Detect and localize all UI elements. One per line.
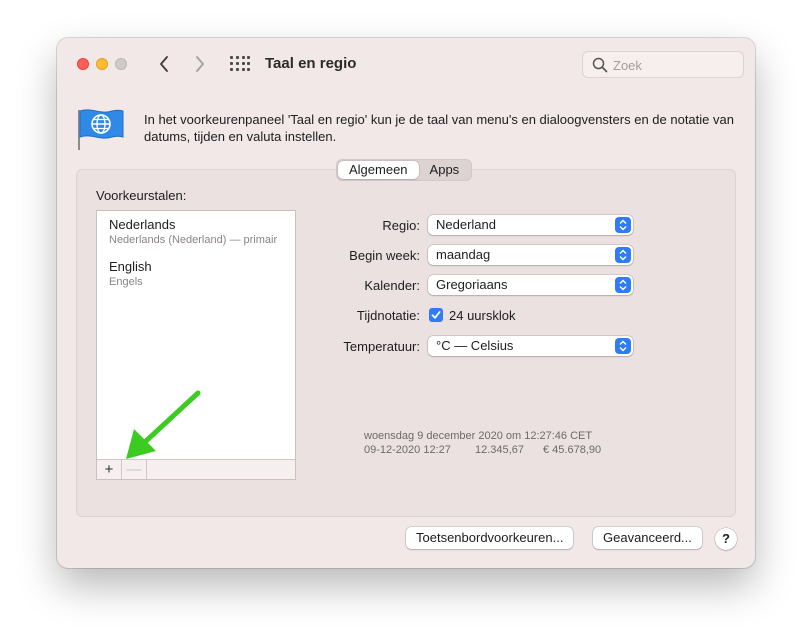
search-field[interactable] (582, 51, 744, 78)
tab-apps[interactable]: Apps (419, 161, 471, 179)
keyboard-preferences-button[interactable]: Toetsenbordvoorkeuren... (406, 527, 574, 549)
zoom-button[interactable] (115, 58, 127, 70)
window-title: Taal en regio (265, 55, 357, 72)
calendar-popup[interactable]: Gregoriaans (428, 275, 633, 295)
language-name: Nederlands (109, 217, 176, 232)
tab-bar: Algemeen Apps (336, 159, 473, 181)
titlebar: Taal en regio (57, 38, 755, 90)
search-icon (592, 57, 608, 73)
annotation-arrow-icon (126, 390, 201, 459)
week-start-value: maandag (436, 247, 491, 262)
popup-arrows-icon (615, 217, 631, 233)
region-popup[interactable]: Nederland (428, 215, 633, 235)
chevron-left-icon (160, 56, 168, 72)
preferences-window: Taal en regio In het voorkeurenpaneel 'T… (57, 38, 755, 568)
popup-arrows-icon (615, 338, 631, 354)
grid-icon[interactable] (230, 56, 250, 72)
popup-arrows-icon (615, 247, 631, 263)
sample-currency: € 45.678,90 (543, 444, 602, 456)
time-format-label: Tijdnotatie: (356, 308, 420, 323)
popup-arrows-icon (615, 277, 631, 293)
region-value: Nederland (436, 217, 496, 232)
sample-short-date: 09-12-2020 12:27 (364, 444, 451, 456)
advanced-button[interactable]: Geavanceerd... (593, 527, 702, 549)
preferred-languages-heading: Voorkeurstalen: (96, 188, 187, 203)
forward-button[interactable] (189, 52, 211, 76)
list-item[interactable]: Nederlands Nederlands (Nederland) — prim… (97, 211, 295, 248)
24-hour-checkbox[interactable] (429, 308, 443, 322)
close-button[interactable] (77, 58, 89, 70)
24-hour-label[interactable]: 24 uursklok (449, 308, 515, 323)
sample-long-date: woensdag 9 december 2020 om 12:27:46 CET (364, 430, 593, 442)
help-button[interactable]: ? (715, 528, 737, 550)
add-language-button[interactable]: + (97, 460, 122, 479)
calendar-label: Kalender: (364, 278, 420, 293)
checkmark-icon (431, 311, 441, 319)
temperature-value: °C — Celsius (436, 338, 514, 353)
calendar-value: Gregoriaans (436, 277, 508, 292)
temperature-popup[interactable]: °C — Celsius (428, 336, 633, 356)
region-label: Regio: (382, 218, 420, 233)
list-item[interactable]: English Engels (97, 248, 295, 290)
chevron-right-icon (196, 56, 204, 72)
temperature-label: Temperatuur: (343, 339, 420, 354)
search-input[interactable] (613, 56, 738, 74)
language-subtitle: Engels (109, 276, 143, 288)
sample-number: 12.345,67 (475, 444, 524, 456)
tab-algemeen[interactable]: Algemeen (338, 161, 419, 179)
week-start-label: Begin week: (349, 248, 420, 263)
language-name: English (109, 259, 152, 274)
back-button[interactable] (153, 52, 175, 76)
week-start-popup[interactable]: maandag (428, 245, 633, 265)
intro-text: In het voorkeurenpaneel 'Taal en regio' … (144, 112, 734, 144)
globe-flag-icon (78, 109, 124, 150)
minimize-button[interactable] (96, 58, 108, 70)
language-subtitle: Nederlands (Nederland) — primair (109, 234, 278, 246)
